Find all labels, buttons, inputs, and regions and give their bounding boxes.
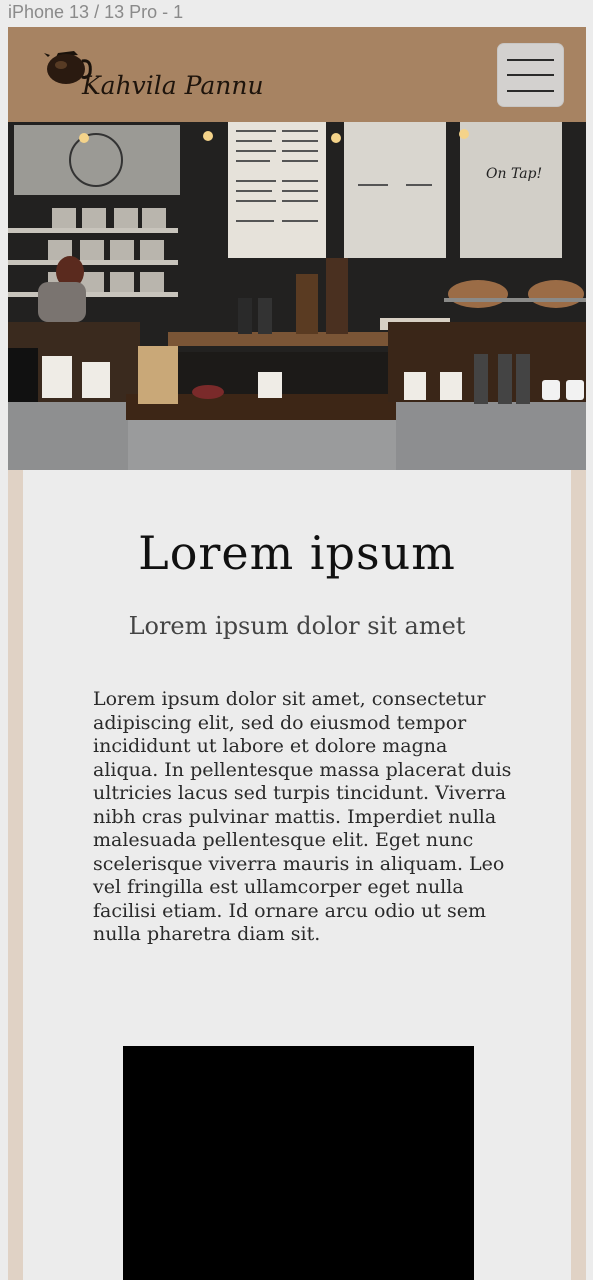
media-placeholder bbox=[123, 1046, 474, 1280]
body-paragraph: Lorem ipsum dolor sit amet, consectetur … bbox=[93, 688, 512, 945]
svg-text:On Tap!: On Tap! bbox=[486, 166, 542, 182]
page-subtitle: Lorem ipsum dolor sit amet bbox=[128, 612, 466, 640]
phone-screen: Kahvila Pannu On Tap! Lorem ipsum Lorem … bbox=[8, 27, 586, 1280]
brand-logo[interactable]: Kahvila Pannu bbox=[44, 43, 264, 105]
page-title: Lorem ipsum bbox=[138, 526, 456, 580]
brand-name: Kahvila Pannu bbox=[82, 71, 264, 100]
hamburger-menu-button[interactable] bbox=[497, 43, 564, 107]
coffee-shop-counter-photo: On Tap! bbox=[8, 122, 586, 470]
main-content: Lorem ipsum Lorem ipsum dolor sit amet L… bbox=[23, 470, 571, 1280]
hero-image: On Tap! bbox=[8, 122, 586, 470]
artboard-label: iPhone 13 / 13 Pro - 1 bbox=[8, 2, 184, 22]
top-navigation-bar: Kahvila Pannu bbox=[8, 27, 586, 122]
